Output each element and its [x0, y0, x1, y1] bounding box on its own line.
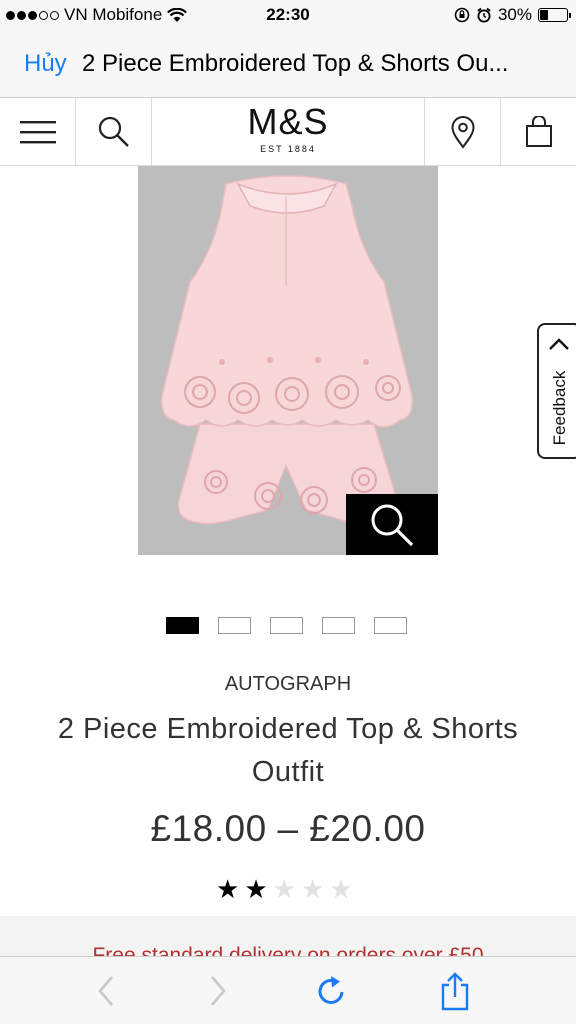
star-icon: ★ [244, 874, 268, 904]
reload-button[interactable] [311, 971, 351, 1011]
carousel-indicator[interactable] [322, 617, 355, 634]
alarm-icon [477, 7, 491, 23]
share-button[interactable] [435, 971, 475, 1011]
rotation-lock-icon [454, 7, 470, 23]
search-icon [98, 116, 129, 147]
star-icon: ★ [300, 874, 325, 904]
zoom-button[interactable] [346, 494, 438, 555]
carousel-indicator[interactable] [166, 617, 199, 634]
battery-percent: 30% [497, 5, 532, 24]
menu-icon [19, 120, 56, 143]
browser-nav-bar: Hủy 2 Piece Embroidered Top & Shorts Ou.… [0, 32, 576, 98]
ms-logo[interactable]: M&S EST 1884 [152, 101, 424, 155]
status-bar: VN Mobifone 22:30 30% [0, 0, 576, 32]
logo-text: M&S [247, 101, 329, 142]
zoom-icon [371, 504, 414, 546]
product-title: 2 Piece Embroidered Top & Shorts Outfit [57, 713, 519, 788]
product-brand[interactable]: AUTOGRAPH [0, 673, 576, 696]
carousel-indicator[interactable] [270, 617, 303, 634]
share-icon [441, 972, 469, 1011]
page-title: 2 Piece Embroidered Top & Shorts Ou... [82, 50, 509, 77]
star-icon: ★ [272, 874, 296, 904]
image-carousel-indicators [166, 617, 407, 634]
bag-icon [525, 115, 552, 147]
reload-icon [318, 976, 344, 1004]
star-icon: ★ [216, 874, 240, 904]
battery-icon [538, 8, 571, 22]
search-button[interactable] [76, 98, 151, 165]
store-locator-button[interactable] [425, 98, 500, 165]
product-price: £18.00 – £20.00 [150, 808, 426, 849]
logo-tagline: EST 1884 [260, 144, 316, 154]
delivery-banner[interactable]: Free standard delivery on orders over £5… [0, 916, 576, 956]
delivery-banner-text: Free standard delivery on orders over £5… [92, 944, 484, 956]
carousel-indicator[interactable] [374, 617, 407, 634]
feedback-tab[interactable]: Feedback [537, 323, 576, 459]
forward-button[interactable] [198, 971, 238, 1011]
chevron-right-icon [211, 976, 226, 1006]
chevron-up-icon [549, 338, 569, 350]
browser-toolbar [0, 956, 576, 1024]
carousel-indicator[interactable] [218, 617, 251, 634]
feedback-label: Feedback [550, 370, 569, 446]
store-locator-icon [450, 115, 475, 149]
star-rating[interactable]: ★ ★ ★ ★ ★ [216, 875, 353, 903]
back-button[interactable] [86, 971, 126, 1011]
cancel-button[interactable]: Hủy [24, 50, 67, 78]
chevron-left-icon [98, 976, 113, 1006]
star-icon: ★ [329, 874, 353, 904]
site-header: M&S EST 1884 [0, 98, 576, 166]
status-indicators: 30% [454, 5, 571, 25]
bag-button[interactable] [501, 98, 576, 165]
menu-button[interactable] [0, 98, 75, 165]
